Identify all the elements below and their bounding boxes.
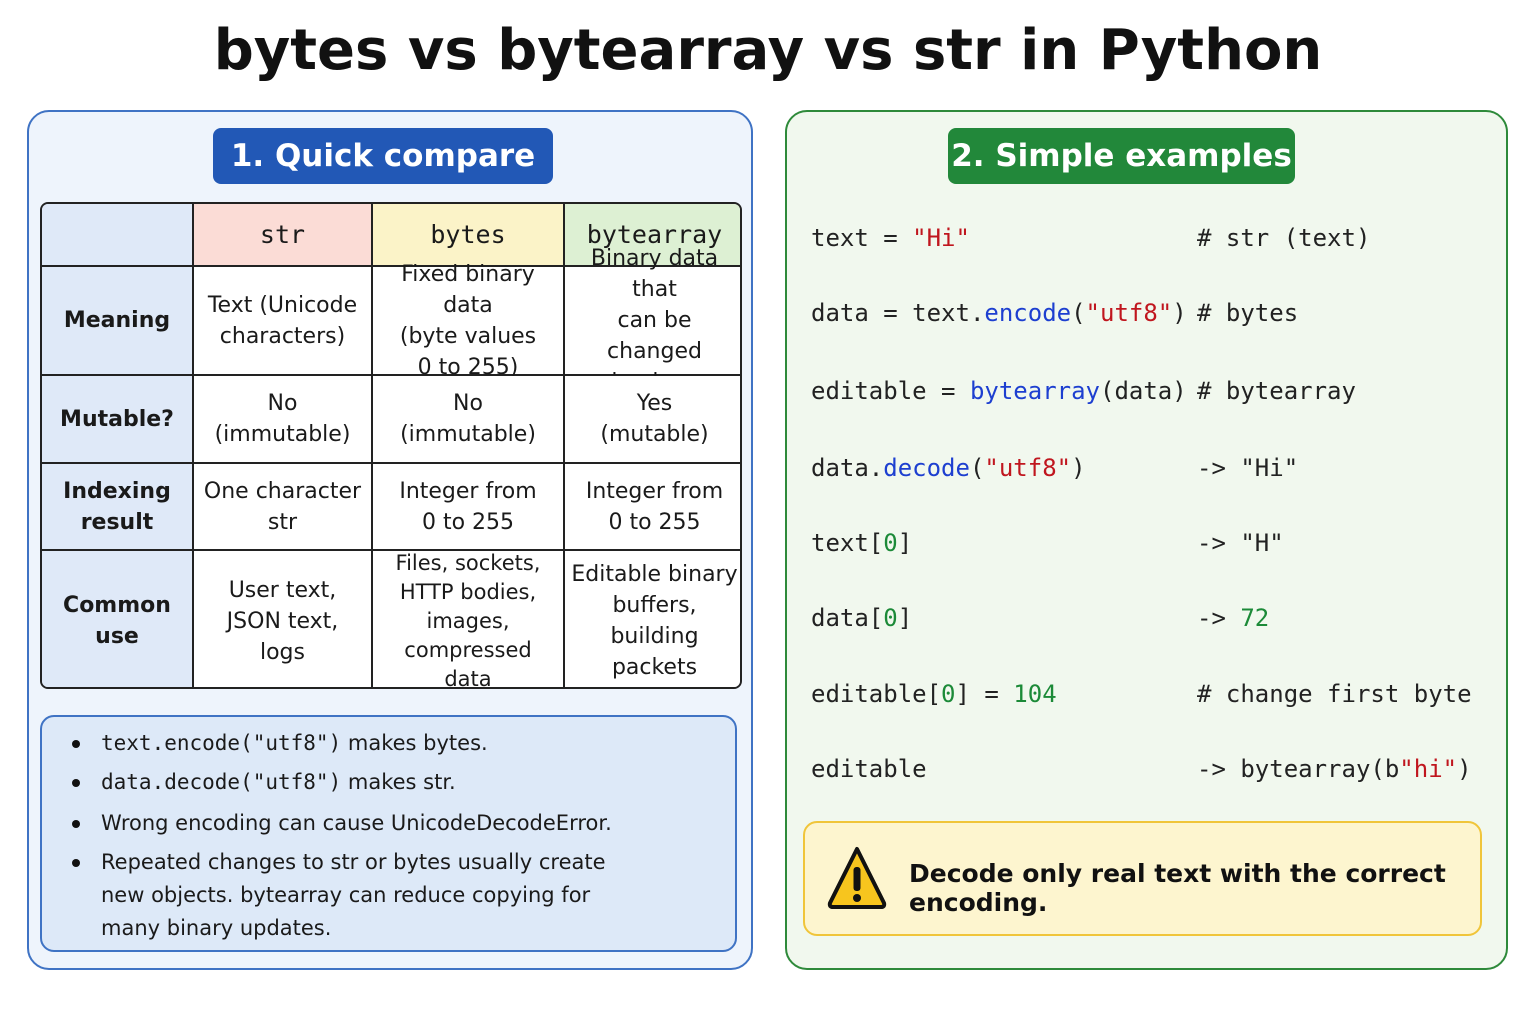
code-token: "utf8" [1085, 299, 1173, 327]
bullet-icon [72, 740, 80, 748]
code-token: editable = [811, 377, 970, 405]
code-token: data. [811, 454, 884, 482]
table-cell: No (immutable) [373, 376, 565, 464]
bullet-icon [72, 820, 80, 828]
table-cell: No (immutable) [194, 376, 373, 464]
code-token: editable[ [811, 680, 942, 708]
note-text: makes str. [341, 770, 456, 794]
notes-box: text.encode("utf8") makes bytes. data.de… [40, 715, 737, 952]
note-code: text.encode("utf8") [101, 731, 342, 755]
row-label-common-use: Common use [42, 551, 194, 687]
code-token: # change first byte [1197, 680, 1472, 708]
code-token: ] = [955, 680, 1014, 708]
code-comment: -> 72 [1197, 603, 1269, 633]
table-cell: Files, sockets, HTTP bodies, images, com… [373, 551, 565, 687]
row-label-indexing-result: Indexing result [42, 464, 194, 551]
code-token: ( [969, 454, 985, 482]
code-line: data.decode("utf8") [811, 453, 1086, 483]
table-cell: Integer from 0 to 255 [373, 464, 565, 551]
code-token: (data) [1100, 377, 1187, 405]
code-token: ) [1071, 454, 1086, 482]
code-token: 0 [941, 680, 956, 708]
code-token: 0 [883, 604, 898, 632]
code-comment: -> "H" [1197, 528, 1284, 558]
note-code: data.decode("utf8") [101, 770, 342, 794]
code-token: "utf8" [984, 454, 1072, 482]
code-token: 104 [1013, 680, 1057, 708]
code-token: data = text. [811, 299, 985, 327]
table-cell: Fixed binary data (byte values 0 to 255) [373, 262, 565, 380]
code-comment: # str (text) [1197, 223, 1370, 253]
quick-compare-heading: 1. Quick compare [213, 128, 553, 184]
code-token: ) [1457, 755, 1472, 783]
code-token: # bytearray [1197, 377, 1356, 405]
code-comment: # bytes [1197, 298, 1298, 328]
code-token: editable [811, 755, 927, 783]
table-cell: Integer from 0 to 255 [565, 464, 740, 551]
code-token: # str (text) [1197, 224, 1371, 252]
code-comment: -> "Hi" [1197, 453, 1298, 483]
code-token: ] [897, 529, 913, 557]
column-header-str: str [194, 204, 373, 267]
table-cell: One character str [194, 464, 373, 551]
code-token: ( [1071, 299, 1086, 327]
code-token: "hi" [1399, 755, 1458, 783]
code-token: decode [883, 454, 970, 482]
code-line: editable = bytearray(data) [811, 376, 1187, 406]
code-comment: # bytearray [1197, 376, 1356, 406]
row-label-meaning: Meaning [42, 267, 194, 376]
simple-examples-heading: 2. Simple examples [948, 128, 1295, 184]
table-cell: Text (Unicode characters) [194, 267, 373, 376]
bullet-icon [72, 779, 80, 787]
note-text: makes bytes. [341, 731, 488, 755]
code-token: bytearray [969, 377, 1100, 405]
table-cell: User text, JSON text, logs [194, 551, 373, 687]
code-line: data = text.encode("utf8") [811, 298, 1187, 328]
code-token: data[ [811, 604, 884, 632]
code-token: text = [811, 224, 913, 252]
code-line: editable[0] = 104 [811, 679, 1057, 709]
warning-box: Decode only real text with the correct e… [803, 821, 1482, 936]
code-token: ) [1172, 299, 1187, 327]
comparison-table: str bytes bytearray Meaning Text (Unicod… [40, 202, 742, 689]
note-text: Wrong encoding can cause UnicodeDecodeEr… [101, 811, 612, 835]
code-comment: # change first byte [1197, 679, 1472, 709]
bullet-icon [72, 859, 80, 867]
code-line: text = "Hi" [811, 223, 970, 253]
code-token: -> "H" [1197, 529, 1284, 557]
code-token: text[ [811, 529, 884, 557]
code-token: "Hi" [912, 224, 970, 252]
code-line: data[0] [811, 603, 912, 633]
code-token: -> [1197, 604, 1241, 632]
code-token: 72 [1240, 604, 1270, 632]
code-token: ] [897, 604, 913, 632]
table-cell: Yes (mutable) [565, 376, 740, 464]
warning-triangle-icon [827, 847, 887, 909]
table-cell: Binary data that can be changed in place [565, 246, 740, 395]
row-label-mutable: Mutable? [42, 376, 194, 464]
code-line: text[0] [811, 528, 912, 558]
code-line: editable [811, 754, 927, 784]
code-token: # bytes [1197, 299, 1299, 327]
code-token: -> "Hi" [1197, 454, 1299, 482]
note-text: Repeated changes to str or bytes usually… [101, 850, 606, 940]
table-cell: Editable binary buffers, building packet… [565, 551, 740, 687]
warning-text: Decode only real text with the correct e… [909, 859, 1446, 917]
page-title: bytes vs bytearray vs str in Python [213, 18, 1323, 83]
table-corner-cell [42, 204, 194, 267]
code-comment: -> bytearray(b"hi") [1197, 754, 1472, 784]
code-token: encode [984, 299, 1072, 327]
code-token: 0 [883, 529, 898, 557]
code-token: -> bytearray(b [1197, 755, 1400, 783]
